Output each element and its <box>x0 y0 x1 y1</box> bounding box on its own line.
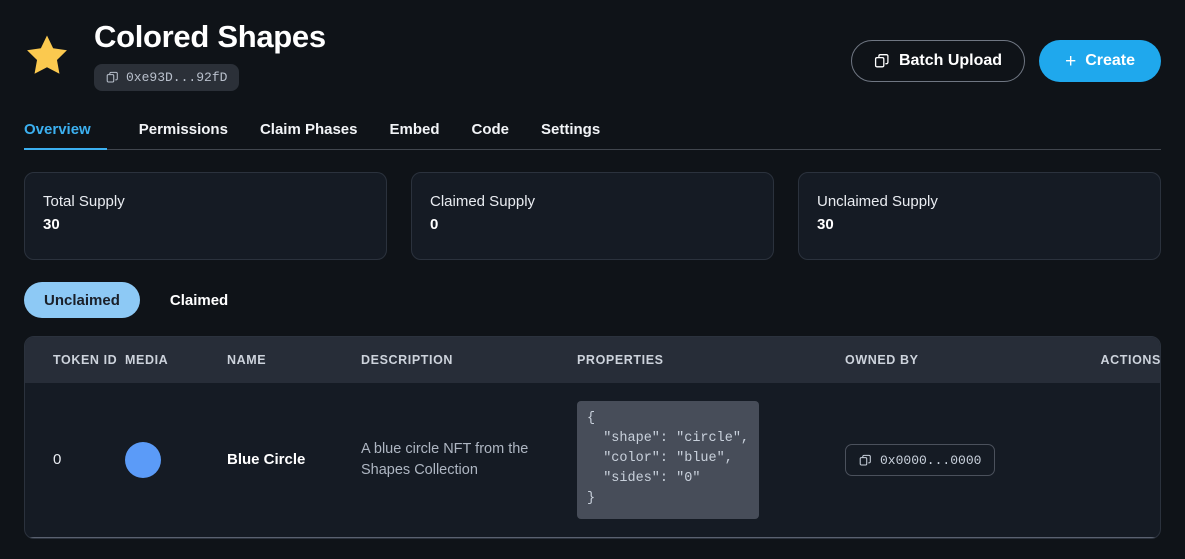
tab-claim-phases-label: Claim Phases <box>259 121 358 138</box>
tab-settings-label: Settings <box>541 121 601 138</box>
owner-address-text: 0x0000...0000 <box>880 452 982 468</box>
table-header-row: TOKEN ID MEDIA NAME DESCRIPTION PROPERTI… <box>25 337 1161 383</box>
stat-value: 30 <box>43 216 60 233</box>
stat-label: Claimed Supply <box>430 193 536 210</box>
tab-embed-label: Embed <box>389 121 440 138</box>
create-button[interactable]: + Create <box>1039 40 1161 82</box>
collection-avatar <box>24 18 86 78</box>
col-media: MEDIA <box>125 353 169 367</box>
collection-page: Colored Shapes 0xe93D...92fD Batch Uploa… <box>0 0 1185 559</box>
page-title: Colored Shapes <box>94 19 326 54</box>
cell-owned-by: 0x0000...0000 <box>845 383 1057 538</box>
filter-claimed[interactable]: Claimed <box>150 282 248 318</box>
create-label: Create <box>1085 52 1135 69</box>
nft-table: TOKEN ID MEDIA NAME DESCRIPTION PROPERTI… <box>24 336 1161 539</box>
plus-icon: + <box>1065 50 1077 72</box>
cell-description: A blue circle NFT from the Shapes Collec… <box>361 383 577 538</box>
tab-claim-phases[interactable]: Claim Phases <box>244 121 374 149</box>
cell-token-id: 0 <box>25 383 125 538</box>
stat-label: Total Supply <box>43 193 125 210</box>
stat-card-claimed-supply: Claimed Supply 0 <box>411 172 774 260</box>
page-header: Colored Shapes 0xe93D...92fD Batch Uploa… <box>24 0 1161 104</box>
cell-actions <box>1057 383 1160 538</box>
blue-circle-thumbnail <box>125 442 161 478</box>
tab-permissions-label: Permissions <box>138 121 228 138</box>
col-token-id: TOKEN ID <box>53 353 118 367</box>
col-name: NAME <box>227 353 267 367</box>
properties-json: { "shape": "circle", "color": "blue", "s… <box>577 401 760 519</box>
tab-code[interactable]: Code <box>456 121 526 149</box>
table-row[interactable]: 0 Blue Circle A blue circle NFT from the… <box>25 383 1160 538</box>
cell-name: Blue Circle <box>227 383 361 538</box>
cell-media <box>125 383 227 538</box>
col-properties: PROPERTIES <box>577 353 664 367</box>
stat-card-total-supply: Total Supply 30 <box>24 172 387 260</box>
stat-card-unclaimed-supply: Unclaimed Supply 30 <box>798 172 1161 260</box>
filter-claimed-label: Claimed <box>169 291 229 309</box>
filter-unclaimed-label: Unclaimed <box>44 291 120 309</box>
supply-filter-group: Unclaimed Claimed <box>24 282 1161 318</box>
tab-bar: Overview Permissions Claim Phases Embed … <box>24 108 1161 150</box>
stat-label: Unclaimed Supply <box>817 193 938 210</box>
copy-icon <box>859 454 871 465</box>
batch-upload-label: Batch Upload <box>898 52 1003 69</box>
nft-name-value: Blue Circle <box>227 451 306 468</box>
stat-value: 0 <box>430 216 439 233</box>
col-actions: ACTIONS <box>1100 353 1161 367</box>
title-block: Colored Shapes 0xe93D...92fD <box>86 18 851 91</box>
stat-value: 30 <box>817 216 834 233</box>
filter-unclaimed[interactable]: Unclaimed <box>24 282 140 318</box>
owner-address-chip[interactable]: 0x0000...0000 <box>845 444 996 476</box>
contract-address-text: 0xe93D...92fD <box>126 70 228 85</box>
nft-description-value: A blue circle NFT from the Shapes Collec… <box>361 441 529 478</box>
tab-overview-label: Overview <box>24 121 91 138</box>
copy-icon <box>106 71 118 83</box>
contract-address-chip[interactable]: 0xe93D...92fD <box>94 64 240 91</box>
tab-code-label: Code <box>471 121 510 138</box>
col-owned-by: OWNED BY <box>845 353 919 367</box>
header-actions: Batch Upload + Create <box>850 18 1161 82</box>
batch-upload-button[interactable]: Batch Upload <box>850 40 1026 82</box>
copy-stack-icon <box>874 54 889 68</box>
col-description: DESCRIPTION <box>361 353 454 367</box>
tab-settings[interactable]: Settings <box>525 121 616 149</box>
token-id-value: 0 <box>53 451 62 468</box>
star-icon <box>27 35 67 74</box>
tab-permissions[interactable]: Permissions <box>123 121 244 149</box>
cell-properties: { "shape": "circle", "color": "blue", "s… <box>577 383 845 538</box>
supply-stats: Total Supply 30 Claimed Supply 0 Unclaim… <box>24 172 1161 260</box>
tab-overview[interactable]: Overview <box>24 121 107 150</box>
tab-embed[interactable]: Embed <box>374 121 456 149</box>
